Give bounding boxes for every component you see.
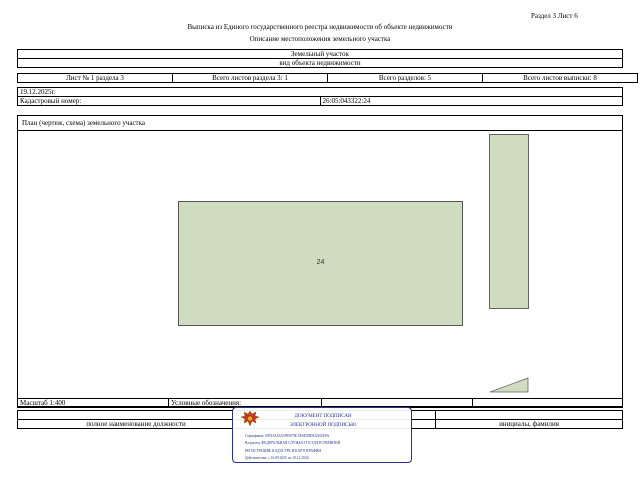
section-sheet-label: Раздел 3 Лист 6 bbox=[531, 12, 578, 20]
total-sheets-section: Всего листов раздела 3: 1 bbox=[172, 73, 328, 83]
document-title: Выписка из Единого государственного реес… bbox=[187, 23, 453, 31]
total-sheets-extract: Всего листов выписки: 8 bbox=[482, 73, 638, 83]
object-type-caption: вид объекта недвижимости bbox=[17, 58, 623, 68]
cadastral-label: Кадастровый номер: bbox=[17, 96, 321, 106]
object-type-table: Земельный участок вид объекта недвижимос… bbox=[17, 49, 623, 68]
plan-title: План (чертеж, схема) земельного участка bbox=[22, 119, 146, 127]
extract-date: 19.12.2025г. bbox=[17, 87, 623, 97]
stamp-certificate: Сертификат: 00913A43A5995078C5E0D38DE4A0… bbox=[245, 434, 330, 438]
date-cadastral-table: 19.12.2025г. Кадастровый номер: 26:05:04… bbox=[17, 87, 623, 106]
electronic-signature-stamp: ДОКУМЕНТ ПОДПИСАН ЭЛЕКТРОННОЙ ПОДПИСЬЮ С… bbox=[232, 407, 412, 463]
sheet-number: Лист № 1 раздела 3 bbox=[17, 73, 173, 83]
stamp-line-2: ЭЛЕКТРОННОЙ ПОДПИСЬЮ bbox=[289, 423, 357, 428]
plan-title-divider bbox=[18, 130, 622, 131]
stamp-line-1: ДОКУМЕНТ ПОДПИСАН bbox=[294, 414, 352, 419]
stamp-owner-1: Владелец: ФЕДЕРАЛЬНАЯ СЛУЖБА ГОСУДАРСТВЕ… bbox=[245, 441, 341, 445]
total-sections: Всего разделов: 5 bbox=[327, 73, 483, 83]
document-subtitle: Описание местоположения земельного участ… bbox=[249, 35, 391, 43]
name-caption: инициалы, фамилия bbox=[435, 419, 623, 429]
adjacent-parcel-corner bbox=[489, 377, 529, 393]
parcel-label: 24 bbox=[316, 259, 325, 266]
stamp-owner-2: РЕГИСТРАЦИИ, КАДАСТРА И КАРТОГРАФИИ bbox=[245, 449, 321, 453]
scale-label: Масштаб 1:400 bbox=[17, 398, 169, 408]
sheet-info-table: Лист № 1 раздела 3 Всего листов раздела … bbox=[17, 73, 638, 83]
cadastral-number: 26:05:043322:24 bbox=[319, 96, 623, 106]
position-caption: полное наименование должности bbox=[17, 419, 255, 429]
adjacent-parcel-strip bbox=[489, 134, 529, 309]
stamp-validity: Действителен: с 16.09.2025 по 10.12.2026 bbox=[245, 456, 309, 460]
name-blank bbox=[435, 410, 623, 420]
object-type: Земельный участок bbox=[17, 49, 623, 59]
legend-cell-2 bbox=[472, 398, 623, 408]
position-blank bbox=[17, 410, 255, 420]
